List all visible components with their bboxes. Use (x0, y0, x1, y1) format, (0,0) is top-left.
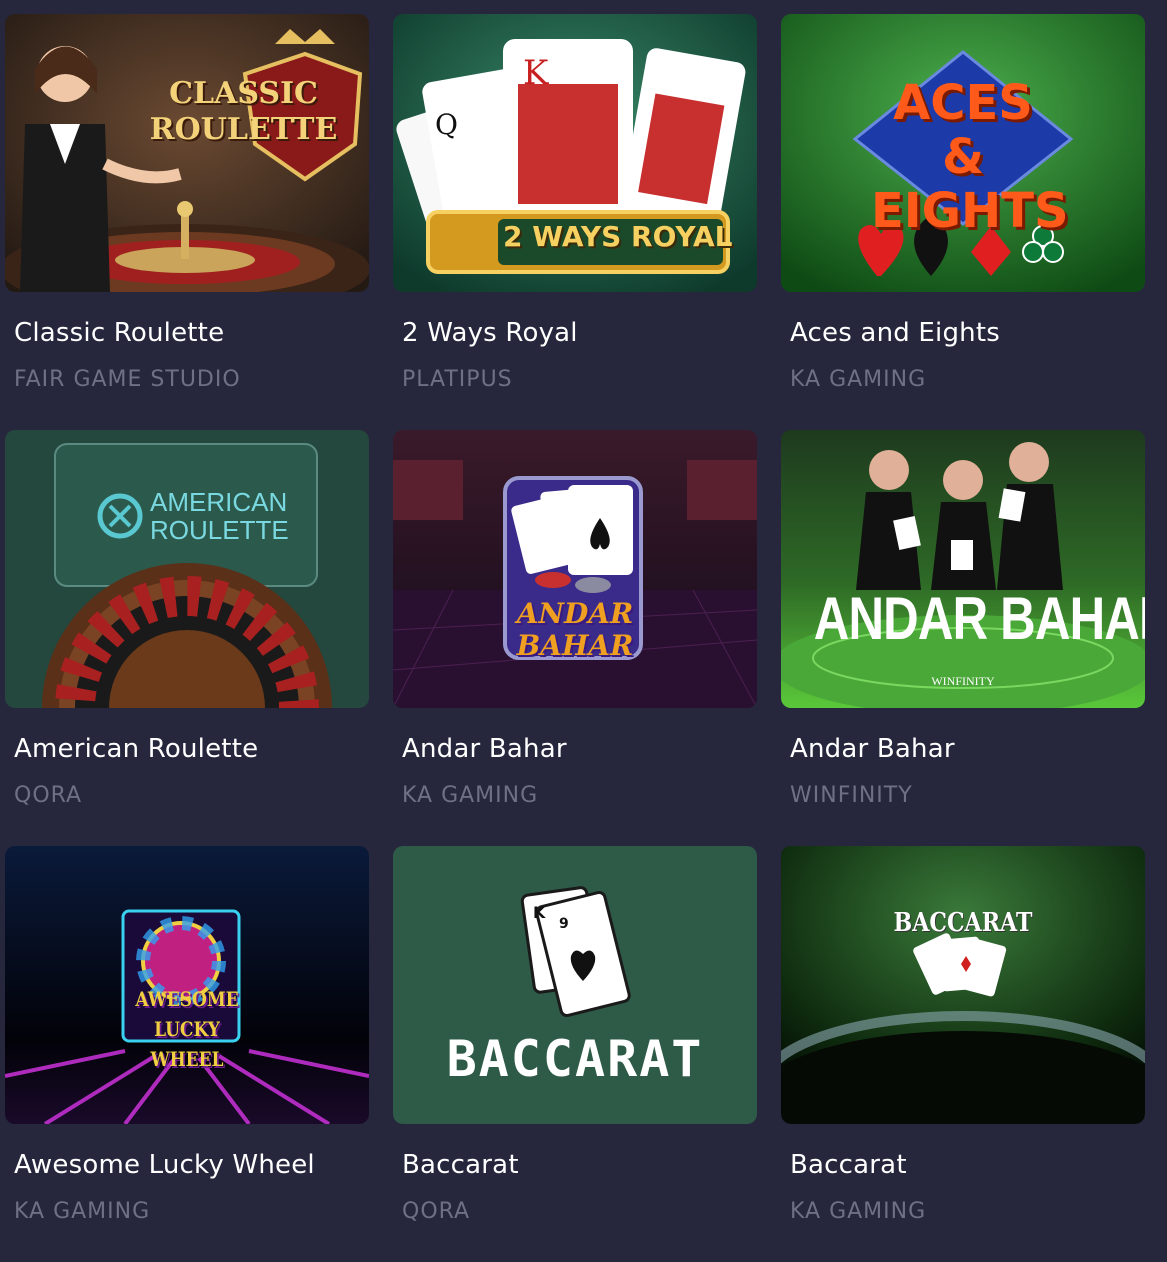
game-provider: PLATIPUS (402, 367, 513, 392)
game-thumbnail[interactable]: AWESOME LUCKY WHEEL (5, 846, 369, 1124)
game-provider: KA GAMING (14, 1199, 151, 1224)
game-title[interactable]: Awesome Lucky Wheel (14, 1150, 315, 1180)
game-title[interactable]: Andar Bahar (790, 734, 955, 764)
game-card-aces-and-eights[interactable]: ACES & EIGHTS Aces and Eights KA GAMING (781, 14, 1145, 430)
thumb-logo-text: 2 WAYS ROYAL (503, 220, 733, 253)
svg-text:9: 9 (559, 916, 569, 932)
game-card-awesome-lucky-wheel[interactable]: AWESOME LUCKY WHEEL Awesome Lucky Wheel … (5, 846, 369, 1262)
game-provider: QORA (14, 783, 83, 808)
game-card-andar-bahar-winfinity[interactable]: ANDAR BAHAR WINFINITY Andar Bahar WINFIN… (781, 430, 1145, 846)
game-provider: WINFINITY (790, 783, 913, 808)
game-provider: QORA (402, 1199, 471, 1224)
thumb-brand-text: WINFINITY (931, 674, 995, 688)
game-thumbnail[interactable]: BACCARAT (781, 846, 1145, 1124)
game-title[interactable]: American Roulette (14, 734, 258, 764)
game-card-andar-bahar-ka[interactable]: ANDAR BAHAR Andar Bahar KA GAMING (393, 430, 757, 846)
svg-text:K: K (533, 903, 546, 922)
game-card-baccarat-qora[interactable]: K 9 BACCARAT Baccarat QORA (393, 846, 757, 1262)
thumb-logo-text: ANDAR BAHAR (516, 597, 634, 662)
baccarat-table-icon (781, 846, 1145, 1124)
game-card-classic-roulette[interactable]: CLASSIC ROULETTE Classic Roulette FAIR G… (5, 14, 369, 430)
thumb-logo-text: BACCARAT (893, 908, 1033, 938)
game-grid: CLASSIC ROULETTE Classic Roulette FAIR G… (5, 14, 1145, 1262)
game-title[interactable]: Baccarat (790, 1150, 907, 1180)
game-thumbnail[interactable]: K Q 2 WAYS ROYAL (393, 14, 757, 292)
game-thumbnail[interactable]: CLASSIC ROULETTE (5, 14, 369, 292)
game-provider: KA GAMING (790, 367, 927, 392)
thumb-logo-text: AMERICAN ROULETTE (150, 487, 289, 545)
thumb-logo-text: ACES & EIGHTS (871, 75, 1069, 239)
game-thumbnail[interactable]: ANDAR BAHAR (393, 430, 757, 708)
game-provider: KA GAMING (402, 783, 539, 808)
roulette-wheel-icon (5, 430, 369, 708)
game-title[interactable]: Baccarat (402, 1150, 519, 1180)
game-title[interactable]: Classic Roulette (14, 318, 224, 348)
game-title[interactable]: 2 Ways Royal (402, 318, 578, 348)
thumb-logo-text: ANDAR BAHAR (813, 585, 1145, 652)
cards-and-chips-icon (393, 430, 757, 708)
game-title[interactable]: Andar Bahar (402, 734, 567, 764)
svg-text:K: K (523, 53, 549, 93)
dealers-icon (781, 430, 1145, 708)
thumb-logo-text: AWESOME LUCKY WHEEL (135, 987, 239, 1071)
game-provider: FAIR GAME STUDIO (14, 367, 241, 392)
game-thumbnail[interactable]: K 9 BACCARAT (393, 846, 757, 1124)
game-title[interactable]: Aces and Eights (790, 318, 1000, 348)
game-card-baccarat-ka[interactable]: BACCARAT Baccarat KA GAMING (781, 846, 1145, 1262)
game-thumbnail[interactable]: ANDAR BAHAR WINFINITY (781, 430, 1145, 708)
thumb-logo-text: BACCARAT (446, 1030, 704, 1088)
game-card-2-ways-royal[interactable]: K Q 2 WAYS ROYAL 2 Ways Royal PLATIPUS (393, 14, 757, 430)
game-thumbnail[interactable]: AMERICAN ROULETTE (5, 430, 369, 708)
thumb-logo-text: CLASSIC ROULETTE (149, 76, 338, 147)
svg-text:Q: Q (435, 108, 458, 141)
roulette-dealer-icon (5, 14, 369, 292)
game-card-american-roulette[interactable]: AMERICAN ROULETTE American Roulette QORA (5, 430, 369, 846)
game-thumbnail[interactable]: ACES & EIGHTS (781, 14, 1145, 292)
game-provider: KA GAMING (790, 1199, 927, 1224)
